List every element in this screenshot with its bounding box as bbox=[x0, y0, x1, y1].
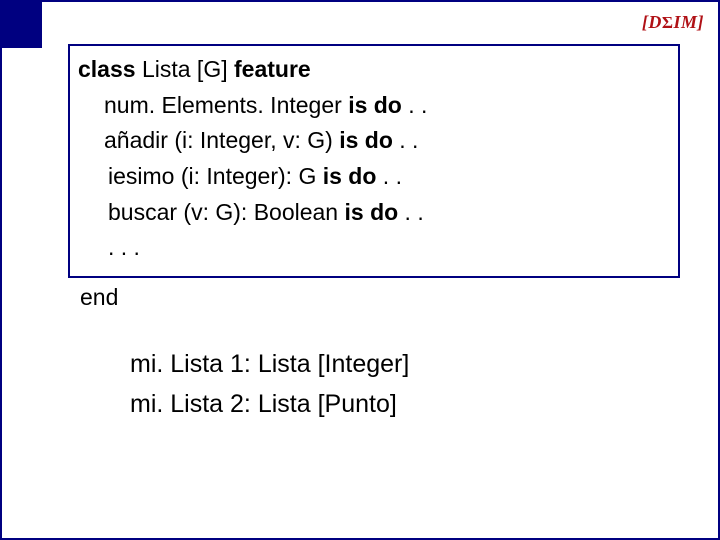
logo: [DΣIM] bbox=[642, 12, 704, 33]
kw-class: class bbox=[78, 56, 142, 82]
code-text: iesimo (i: Integer): G bbox=[108, 163, 323, 189]
code-box: class Lista [G] feature num. Elements. I… bbox=[68, 44, 680, 278]
code-line-3: añadir (i: Integer, v: G) is do . . bbox=[78, 123, 670, 159]
declaration-2: mi. Lista 2: Lista [Punto] bbox=[130, 384, 409, 424]
kw-is-do: is do bbox=[323, 163, 377, 189]
code-text: . . bbox=[398, 199, 424, 225]
code-text: . . bbox=[393, 127, 419, 153]
code-line-4: iesimo (i: Integer): G is do . . bbox=[78, 159, 670, 195]
kw-is-do: is do bbox=[348, 92, 402, 118]
declaration-1: mi. Lista 1: Lista [Integer] bbox=[130, 344, 409, 384]
code-line-6: . . . bbox=[78, 230, 670, 266]
code-end: end bbox=[80, 284, 118, 311]
code-line-1: class Lista [G] feature bbox=[78, 52, 670, 88]
sigma-icon: Σ bbox=[662, 13, 674, 32]
left-accent-bar bbox=[2, 2, 42, 48]
code-text: . . bbox=[402, 92, 428, 118]
kw-is-do: is do bbox=[345, 199, 399, 225]
code-text: añadir (i: Integer, v: G) bbox=[104, 127, 339, 153]
code-text: buscar (v: G): Boolean bbox=[108, 199, 345, 225]
slide: [DΣIM] class Lista [G] feature num. Elem… bbox=[0, 0, 720, 540]
code-line-2: num. Elements. Integer is do . . bbox=[78, 88, 670, 124]
logo-right: IM] bbox=[673, 12, 704, 32]
kw-feature: feature bbox=[234, 56, 311, 82]
code-text: Lista [G] bbox=[142, 56, 234, 82]
kw-is-do: is do bbox=[339, 127, 393, 153]
code-line-5: buscar (v: G): Boolean is do . . bbox=[78, 195, 670, 231]
logo-left: [D bbox=[642, 12, 662, 32]
code-text: num. Elements. Integer bbox=[104, 92, 348, 118]
declarations: mi. Lista 1: Lista [Integer] mi. Lista 2… bbox=[130, 344, 409, 424]
code-text: . . bbox=[376, 163, 402, 189]
